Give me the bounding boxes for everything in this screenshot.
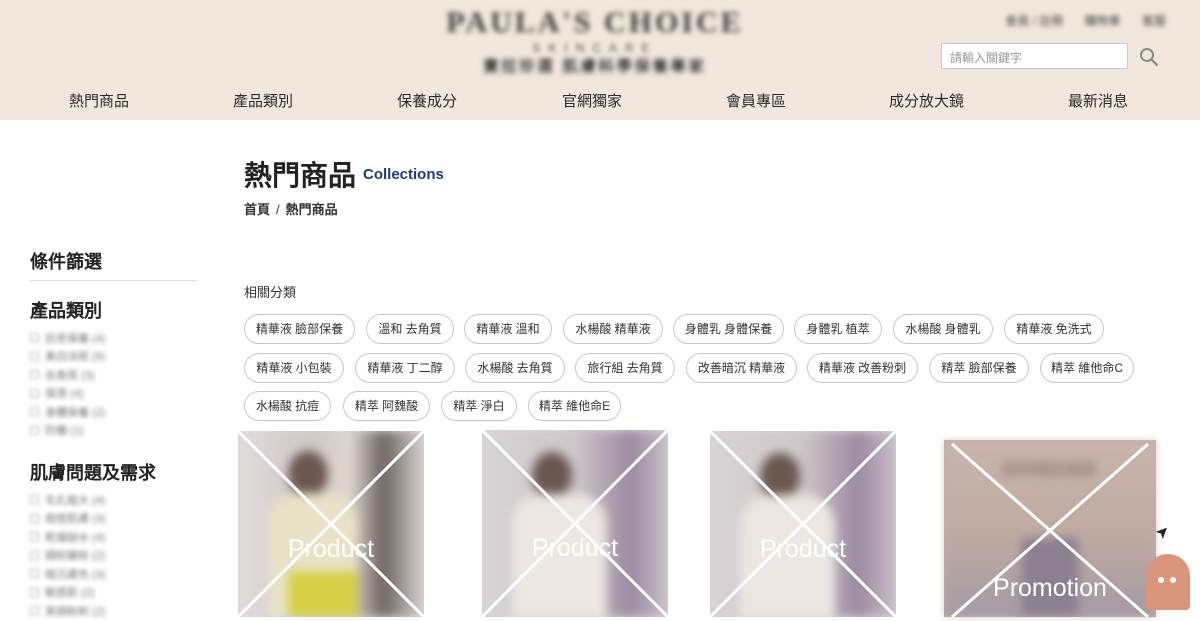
tag-chip[interactable]: 精華液 丁二醇	[355, 353, 455, 383]
brand-sub: SKINCARE	[532, 41, 658, 55]
category-filter-title: 產品類別	[30, 301, 102, 321]
concern-filter-item[interactable]: 痘痘肌膚 (3)	[30, 510, 170, 527]
category-filter-item[interactable]: 去角質 (3)	[30, 366, 170, 383]
related-categories-title: 相關分類	[244, 285, 297, 300]
breadcrumb-separator: /	[276, 202, 280, 217]
nav-news[interactable]: 最新消息	[1068, 90, 1128, 111]
placeholder-cross-icon	[710, 431, 896, 617]
breadcrumb: 首頁 / 熱門商品	[244, 199, 338, 218]
concern-filter-item[interactable]: 細紋皺紋 (2)	[30, 547, 170, 564]
tag-chip[interactable]: 精萃 阿魏酸	[343, 391, 430, 421]
category-filter-item[interactable]: 防曬 (1)	[30, 422, 170, 439]
site-header: PAULA'S CHOICE SKINCARE 寶拉珍選 肌膚科學保養專家 會員…	[0, 0, 1200, 120]
concern-filter-item[interactable]: 毛孔粗大 (4)	[30, 491, 170, 508]
breadcrumb-current: 熱門商品	[285, 202, 338, 217]
filter-title: 條件篩選	[30, 252, 102, 272]
tag-chip[interactable]: 改善暗沉 精華液	[686, 353, 797, 383]
concern-filter-title: 肌膚問題及需求	[30, 463, 156, 483]
product-label: Product	[759, 535, 847, 563]
cart-link[interactable]: 購物車	[1085, 14, 1121, 28]
nav-member[interactable]: 會員專區	[726, 90, 786, 111]
concern-filter-item[interactable]: 乾燥缺水 (4)	[30, 528, 170, 545]
tag-chip[interactable]: 水楊酸 去角質	[465, 353, 565, 383]
category-filter-item[interactable]: 保濕 (4)	[30, 385, 170, 402]
tag-chip[interactable]: 水楊酸 身體乳	[893, 314, 993, 344]
member-link[interactable]: 會員 / 註冊	[1005, 14, 1063, 28]
concern-filter-item[interactable]: 黑頭粉刺 (2)	[30, 602, 170, 619]
nav-categories[interactable]: 產品類別	[233, 90, 293, 111]
category-filter-item[interactable]: 抗老保養 (4)	[30, 329, 170, 346]
product-card[interactable]: Product	[238, 431, 424, 617]
concern-filter-item[interactable]: 敏感肌 (2)	[30, 584, 170, 601]
tag-chip[interactable]: 精萃 臉部保養	[929, 353, 1029, 383]
product-label: Product	[531, 534, 619, 562]
tag-chip[interactable]: 精華液 免洗式	[1004, 314, 1104, 344]
category-filter-list: 抗老保養 (4) 美白淡斑 (5) 去角質 (3) 保濕 (4) 身體保養 (2…	[30, 329, 170, 440]
tag-chip[interactable]: 身體乳 植萃	[794, 314, 882, 344]
service-link[interactable]: 客服	[1142, 14, 1166, 28]
tag-chip[interactable]: 水楊酸 抗痘	[244, 391, 331, 421]
search-input[interactable]: 請輸入關鍵字	[941, 43, 1128, 69]
category-filter-item[interactable]: 身體保養 (2)	[30, 403, 170, 420]
chat-button[interactable]	[1146, 554, 1190, 610]
promotion-label: Promotion	[993, 574, 1107, 602]
breadcrumb-home[interactable]: 首頁	[244, 202, 270, 217]
nav-ingredient-lens[interactable]: 成分放大鏡	[889, 90, 964, 111]
tag-chip[interactable]: 身體乳 身體保養	[673, 314, 784, 344]
placeholder-cross-icon	[482, 430, 668, 617]
page-subtitle: Collections	[363, 166, 444, 183]
tag-chip[interactable]: 溫和 去角質	[366, 314, 454, 344]
nav-exclusive[interactable]: 官網獨家	[562, 90, 622, 111]
tag-chip[interactable]: 精華液 臉部保養	[244, 314, 355, 344]
top-links: 會員 / 註冊 購物車 客服	[987, 12, 1166, 29]
brand-slogan: 寶拉珍選 肌膚科學保養專家	[483, 58, 707, 75]
tag-chip[interactable]: 旅行組 去角質	[575, 353, 675, 383]
concern-filter-item[interactable]: 暗沉膚色 (3)	[30, 565, 170, 582]
search-icon[interactable]	[1138, 46, 1160, 68]
concern-filter-list: 毛孔粗大 (4) 痘痘肌膚 (3) 乾燥缺水 (4) 細紋皺紋 (2) 暗沉膚色…	[30, 491, 170, 621]
main-nav: 熱門商品 產品類別 保養成分 官網獨家 會員專區 成分放大鏡 最新消息	[0, 90, 1200, 114]
chat-icon	[1158, 577, 1164, 583]
tag-chip[interactable]: 精華液 小包裝	[244, 353, 344, 383]
tag-chip[interactable]: 精華液 溫和	[464, 314, 552, 344]
product-card[interactable]: Product	[482, 430, 668, 617]
placeholder-cross-icon	[238, 431, 424, 617]
tag-chip[interactable]: 精萃 維他命E	[528, 391, 621, 421]
tag-chip[interactable]: 水楊酸 精華液	[563, 314, 663, 344]
nav-ingredients[interactable]: 保養成分	[397, 90, 457, 111]
nav-hot-products[interactable]: 熱門商品	[69, 90, 129, 111]
product-card[interactable]: Product	[710, 431, 896, 617]
promotion-card[interactable]: 限時獨家優惠 Promotion	[944, 440, 1156, 617]
brand-logo[interactable]: PAULA'S CHOICE SKINCARE 寶拉珍選 肌膚科學保養專家	[440, 6, 750, 84]
brand-name: PAULA'S CHOICE	[446, 6, 744, 39]
product-label: Product	[287, 535, 375, 563]
tag-chip[interactable]: 精萃 淨白	[441, 391, 517, 421]
tag-chip[interactable]: 精華液 改善粉刺	[807, 353, 918, 383]
category-filter-item[interactable]: 美白淡斑 (5)	[30, 348, 170, 365]
sidebar-divider	[30, 280, 197, 281]
page-title: 熱門商品	[244, 160, 357, 191]
tag-chip[interactable]: 精萃 維他命C	[1040, 353, 1134, 383]
